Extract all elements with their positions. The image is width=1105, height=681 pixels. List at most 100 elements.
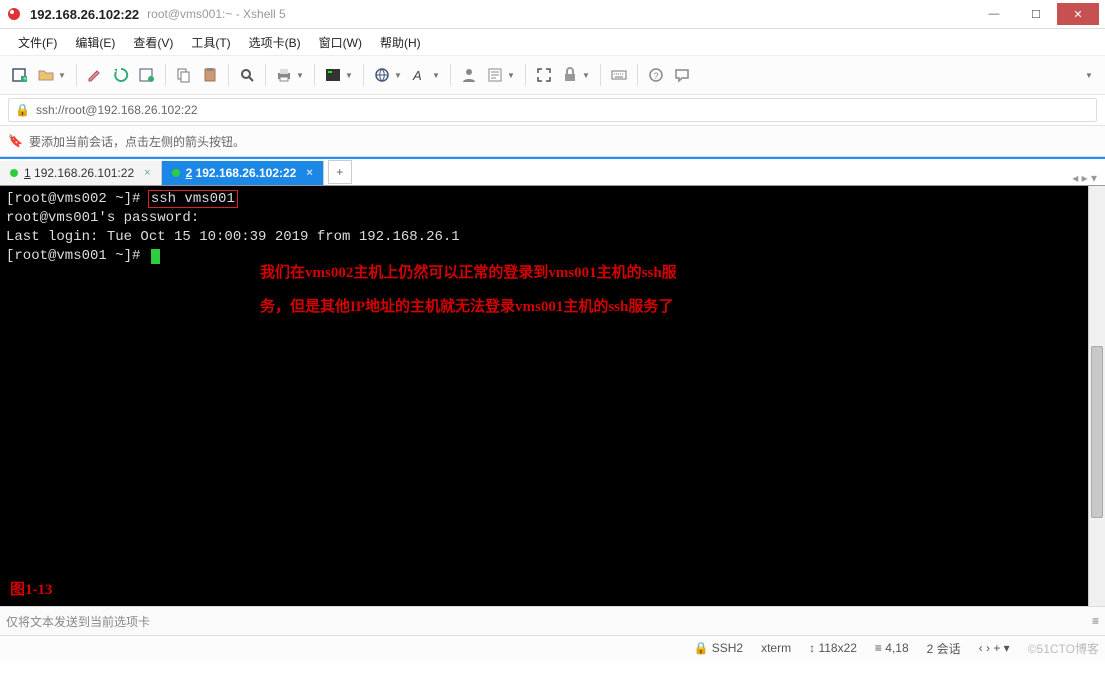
copy-icon[interactable]	[172, 63, 196, 87]
address-url: ssh://root@192.168.26.102:22	[36, 103, 198, 117]
open-session-icon[interactable]	[34, 63, 58, 87]
color-dropdown-icon[interactable]: ▼	[345, 71, 353, 80]
title-bar: 192.168.26.102:22 root@vms001:~ - Xshell…	[0, 0, 1105, 29]
print-icon[interactable]	[272, 63, 296, 87]
fullscreen-icon[interactable]	[532, 63, 556, 87]
status-termtype: xterm	[761, 641, 791, 655]
font-dropdown-icon[interactable]: ▼	[432, 71, 440, 80]
status-dot-icon	[172, 169, 180, 177]
menu-file[interactable]: 文件(F)	[10, 31, 65, 54]
toolbar-separator	[363, 64, 364, 86]
bookmark-add-icon[interactable]: 🔖	[8, 134, 23, 148]
terminal[interactable]: [root@vms002 ~]# ssh vms001 root@vms001'…	[0, 186, 1088, 606]
tab-nav-buttons[interactable]: ◂ ▸ ▾	[1064, 171, 1105, 185]
print-dropdown-icon[interactable]: ▼	[296, 71, 304, 80]
lock-icon[interactable]	[558, 63, 582, 87]
tab-close-icon[interactable]: ×	[144, 167, 150, 179]
new-tab-button[interactable]: +	[328, 160, 352, 184]
shell-prompt: [root@vms001 ~]#	[6, 248, 149, 264]
session-tabstrip: 1 192.168.26.101:22 × 2 192.168.26.102:2…	[0, 157, 1105, 185]
address-bar[interactable]: 🔒 ssh://root@192.168.26.102:22	[8, 98, 1097, 122]
maximize-button[interactable]: ☐	[1015, 3, 1057, 25]
help-icon[interactable]: ?	[644, 63, 668, 87]
status-tab-nav[interactable]: ‹ › + ▾	[979, 641, 1010, 655]
hint-bar: 🔖 要添加当前会话，点击左侧的箭头按钮。	[0, 126, 1105, 157]
encoding-dropdown-icon[interactable]: ▼	[394, 71, 402, 80]
toolbar: + ▼ ▼ ▼ ▼ A ▼ ▼ ▼ ? ▼	[0, 56, 1105, 95]
toolbar-separator	[450, 64, 451, 86]
lines-icon: ≡	[875, 641, 882, 655]
session-tab-1[interactable]: 1 192.168.26.101:22 ×	[0, 161, 162, 185]
svg-text:?: ?	[654, 71, 659, 81]
user-icon[interactable]	[457, 63, 481, 87]
status-sessions: 2 会话	[927, 640, 961, 657]
properties-icon[interactable]	[135, 63, 159, 87]
padlock-icon: 🔒	[15, 103, 30, 117]
cursor-block-icon	[151, 249, 160, 264]
status-bar: 🔒 SSH2 xterm ↕ 118x22 ≡ 4,18 2 会话 ‹ › + …	[0, 635, 1105, 660]
tab-close-icon[interactable]: ×	[306, 167, 312, 179]
send-text-placeholder: 仅将文本发送到当前选项卡	[6, 613, 150, 630]
watermark-text: ©51CTO博客	[1028, 640, 1099, 657]
paste-icon[interactable]	[198, 63, 222, 87]
toolbar-separator	[76, 64, 77, 86]
menu-tools[interactable]: 工具(T)	[183, 31, 238, 54]
tab-label: 2 192.168.26.102:22	[186, 166, 297, 180]
window-title-path: root@vms001:~ - Xshell 5	[147, 7, 286, 21]
color-scheme-icon[interactable]	[321, 63, 345, 87]
sendbar-menu-icon[interactable]: ≡	[1092, 614, 1099, 628]
app-logo-icon	[6, 6, 22, 22]
send-text-bar[interactable]: 仅将文本发送到当前选项卡 ≡	[0, 606, 1105, 635]
script-icon[interactable]	[483, 63, 507, 87]
toolbar-separator	[228, 64, 229, 86]
address-bar-row: 🔒 ssh://root@192.168.26.102:22	[0, 95, 1105, 126]
status-proto: 🔒 SSH2	[693, 641, 743, 655]
keyboard-icon[interactable]	[607, 63, 631, 87]
open-dropdown-icon[interactable]: ▼	[58, 71, 66, 80]
toolbar-separator	[525, 64, 526, 86]
encoding-icon[interactable]	[370, 63, 394, 87]
tab-label: 1 192.168.26.101:22	[24, 166, 134, 180]
toolbar-separator	[165, 64, 166, 86]
highlighted-command: ssh vms001	[149, 191, 237, 207]
toolbar-separator	[637, 64, 638, 86]
edit-icon[interactable]	[83, 63, 107, 87]
scrollbar-thumb[interactable]	[1091, 346, 1103, 518]
resize-icon: ↕	[809, 641, 815, 655]
menu-bar: 文件(F) 编辑(E) 查看(V) 工具(T) 选项卡(B) 窗口(W) 帮助(…	[0, 29, 1105, 56]
toolbar-overflow-icon[interactable]: ▼	[1085, 71, 1093, 80]
annotation-text: 我们在vms002主机上仍然可以正常的登录到vms001主机的ssh服	[260, 264, 677, 283]
font-icon[interactable]: A	[408, 63, 432, 87]
menu-view[interactable]: 查看(V)	[125, 31, 181, 54]
terminal-line: root@vms001's password:	[6, 210, 199, 226]
lock-dropdown-icon[interactable]: ▼	[582, 71, 590, 80]
toolbar-separator	[600, 64, 601, 86]
svg-text:+: +	[23, 76, 27, 83]
menu-edit[interactable]: 编辑(E)	[67, 31, 123, 54]
lock-small-icon: 🔒	[693, 641, 708, 655]
toolbar-separator	[314, 64, 315, 86]
close-button[interactable]: ✕	[1057, 3, 1099, 25]
minimize-button[interactable]: —	[973, 3, 1015, 25]
status-pos: ≡ 4,18	[875, 641, 909, 655]
script-dropdown-icon[interactable]: ▼	[507, 71, 515, 80]
feedback-icon[interactable]	[670, 63, 694, 87]
figure-label: 图1-13	[10, 581, 53, 600]
window-title-host: 192.168.26.102:22	[30, 7, 139, 22]
reconnect-icon[interactable]	[109, 63, 133, 87]
menu-help[interactable]: 帮助(H)	[372, 31, 429, 54]
svg-text:A: A	[412, 68, 422, 83]
annotation-text: 务，但是其他IP地址的主机就无法登录vms001主机的ssh服务了	[260, 298, 673, 317]
session-tab-2[interactable]: 2 192.168.26.102:22 ×	[162, 161, 324, 185]
terminal-scrollbar[interactable]	[1088, 186, 1105, 606]
terminal-line: Last login: Tue Oct 15 10:00:39 2019 fro…	[6, 229, 460, 245]
shell-prompt: [root@vms002 ~]#	[6, 191, 149, 207]
status-dot-icon	[10, 169, 18, 177]
new-session-icon[interactable]: +	[8, 63, 32, 87]
toolbar-separator	[265, 64, 266, 86]
find-icon[interactable]	[235, 63, 259, 87]
menu-window[interactable]: 窗口(W)	[311, 31, 370, 54]
status-size: ↕ 118x22	[809, 641, 857, 655]
hint-text: 要添加当前会话，点击左侧的箭头按钮。	[29, 133, 245, 150]
menu-tabs[interactable]: 选项卡(B)	[241, 31, 309, 54]
